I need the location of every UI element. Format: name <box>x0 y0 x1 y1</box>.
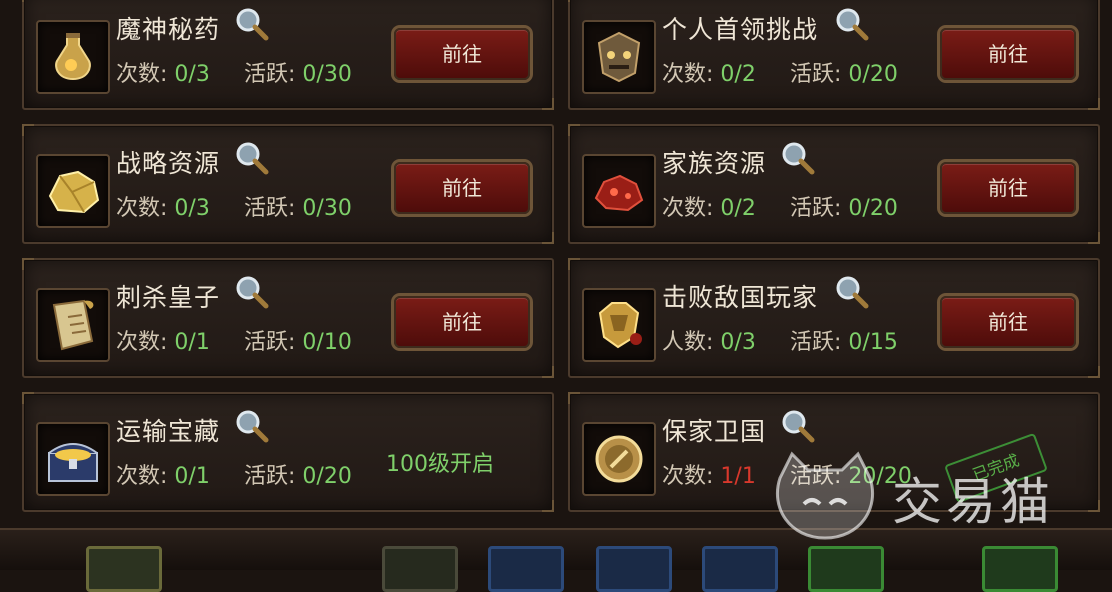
active-stat: 活跃: 0/30 <box>244 196 352 221</box>
active-stat: 活跃: 0/15 <box>790 330 898 355</box>
scroll-icon <box>36 288 110 362</box>
magnifier-icon[interactable] <box>834 6 870 42</box>
task-title: 刺杀皇子 <box>116 283 221 312</box>
task-title: 运输宝藏 <box>116 417 221 446</box>
task-card-mosheng-potion: 魔神秘药 次数: 0/3 活跃: 0/30 前往 <box>22 0 554 110</box>
demon-mask-icon <box>582 20 656 94</box>
item-slot[interactable] <box>982 546 1058 592</box>
task-title: 个人首领挑战 <box>662 15 819 44</box>
golden-armor-icon <box>582 288 656 362</box>
item-slot[interactable] <box>488 546 564 592</box>
task-title: 战略资源 <box>116 149 221 178</box>
item-slot[interactable] <box>596 546 672 592</box>
count-stat: 次数: 0/2 <box>662 62 756 87</box>
task-title: 魔神秘药 <box>116 15 221 44</box>
item-slot[interactable] <box>808 546 884 592</box>
go-button[interactable]: 前往 <box>940 162 1076 214</box>
count-stat: 次数: 0/1 <box>116 330 210 355</box>
task-card-personal-boss: 个人首领挑战 次数: 0/2 活跃: 0/20 前往 <box>568 0 1100 110</box>
go-button[interactable]: 前往 <box>394 28 530 80</box>
treasure-chest-icon <box>36 422 110 496</box>
task-card-assassinate-prince: 刺杀皇子 次数: 0/1 活跃: 0/10 前往 <box>22 258 554 378</box>
magnifier-icon[interactable] <box>780 140 816 176</box>
count-stat: 次数: 0/3 <box>116 196 210 221</box>
shield-coin-icon <box>582 422 656 496</box>
item-slot[interactable] <box>382 546 458 592</box>
task-title: 保家卫国 <box>662 417 767 446</box>
magnifier-icon[interactable] <box>780 408 816 444</box>
magnifier-icon[interactable] <box>234 6 270 42</box>
item-slot[interactable] <box>86 546 162 592</box>
task-card-family-resources: 家族资源 次数: 0/2 活跃: 0/20 前往 <box>568 124 1100 244</box>
magnifier-icon[interactable] <box>234 274 270 310</box>
red-ore-icon <box>582 154 656 228</box>
active-stat: 活跃: 0/20 <box>244 464 352 489</box>
active-stat: 活跃: 20/20 <box>790 464 912 489</box>
completed-stamp: 已完成 <box>944 432 1048 504</box>
potion-icon <box>36 20 110 94</box>
task-card-strategic-resources: 战略资源 次数: 0/3 活跃: 0/30 前往 <box>22 124 554 244</box>
magnifier-icon[interactable] <box>834 274 870 310</box>
go-button[interactable]: 前往 <box>394 296 530 348</box>
count-stat: 次数: 0/1 <box>116 464 210 489</box>
active-stat: 活跃: 0/20 <box>790 62 898 87</box>
unlock-level-text: 100级开启 <box>386 452 494 477</box>
task-title: 家族资源 <box>662 149 767 178</box>
count-stat: 次数: 0/3 <box>116 62 210 87</box>
magnifier-icon[interactable] <box>234 408 270 444</box>
task-card-defeat-enemy-players: 击败敌国玩家 人数: 0/3 活跃: 0/15 前往 <box>568 258 1100 378</box>
bottom-bar <box>0 528 1112 592</box>
count-stat: 次数: 0/2 <box>662 196 756 221</box>
task-card-transport-treasure: 运输宝藏 次数: 0/1 活跃: 0/20 100级开启 <box>22 392 554 512</box>
go-button[interactable]: 前往 <box>394 162 530 214</box>
gold-ore-icon <box>36 154 110 228</box>
active-stat: 活跃: 0/20 <box>790 196 898 221</box>
count-stat: 人数: 0/3 <box>662 330 756 355</box>
item-slot[interactable] <box>702 546 778 592</box>
task-card-defend-homeland: 保家卫国 次数: 1/1 活跃: 20/20 已完成 <box>568 392 1100 512</box>
active-stat: 活跃: 0/10 <box>244 330 352 355</box>
go-button[interactable]: 前往 <box>940 28 1076 80</box>
active-stat: 活跃: 0/30 <box>244 62 352 87</box>
magnifier-icon[interactable] <box>234 140 270 176</box>
go-button[interactable]: 前往 <box>940 296 1076 348</box>
count-stat: 次数: 1/1 <box>662 464 756 489</box>
task-title: 击败敌国玩家 <box>662 283 819 312</box>
